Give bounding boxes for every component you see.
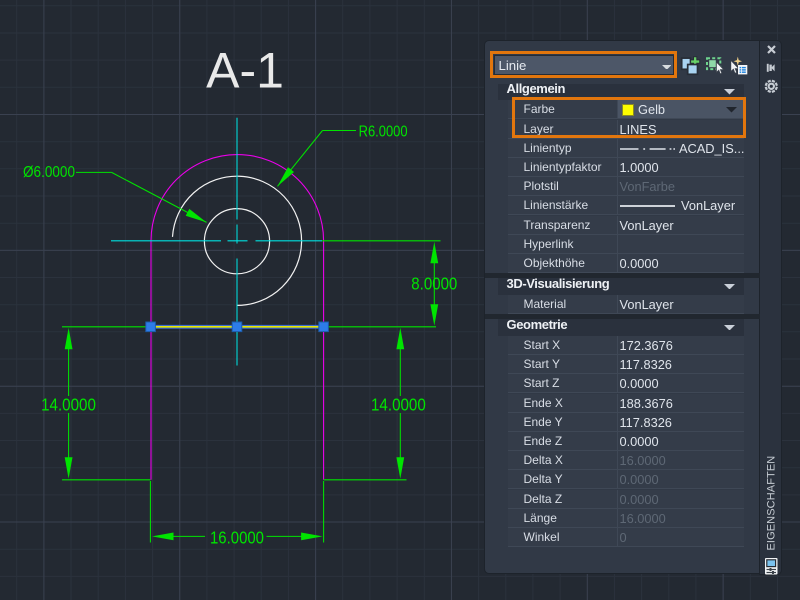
svg-text:16.0000: 16.0000 [210,527,264,547]
svg-text:14.0000: 14.0000 [371,394,426,414]
svg-text:Ø6.0000: Ø6.0000 [23,164,75,181]
svg-text:8.0000: 8.0000 [411,274,457,294]
svg-text:R6.0000: R6.0000 [359,123,408,140]
svg-text:14.0000: 14.0000 [41,394,96,414]
